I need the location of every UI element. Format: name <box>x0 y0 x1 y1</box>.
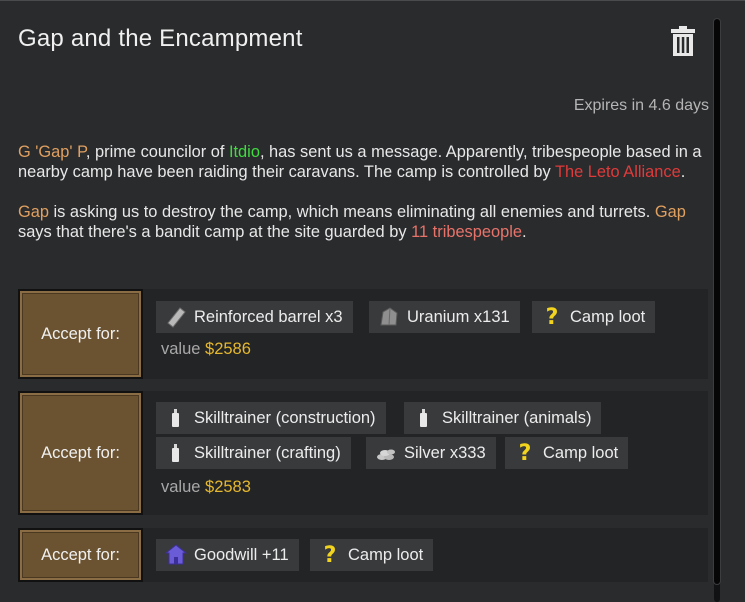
quest-panel: Gap and the Encampment Expires in 4.6 da… <box>0 0 745 602</box>
reward-option-1: Accept for: Reinforced barrel x3 Uranium… <box>18 289 708 379</box>
question-icon: ? <box>545 304 559 330</box>
reward-item[interactable]: Skilltrainer (animals) <box>404 402 602 434</box>
reward-item[interactable]: ? Camp loot <box>532 301 656 333</box>
reward-item[interactable]: Reinforced barrel x3 <box>156 301 353 333</box>
skilltrainer-icon <box>412 406 436 430</box>
value-amount: $2586 <box>205 340 251 358</box>
quest-description: G 'Gap' P, prime councilor of Itdio, has… <box>18 142 708 262</box>
reward-item[interactable]: ? Camp loot <box>505 437 629 469</box>
reward-item[interactable]: Skilltrainer (crafting) <box>156 437 351 469</box>
scrollbar-thumb[interactable] <box>714 19 720 584</box>
leader-name[interactable]: Gap <box>655 203 686 221</box>
description-paragraph-2: Gap is asking us to destroy the camp, wh… <box>18 203 686 241</box>
accept-button[interactable]: Accept for: <box>18 528 143 582</box>
leader-name[interactable]: G 'Gap' P <box>18 143 86 161</box>
question-icon: ? <box>323 542 337 568</box>
reward-option-2: Accept for: Skilltrainer (construction) … <box>18 391 708 515</box>
description-paragraph-1: G 'Gap' P, prime councilor of Itdio, has… <box>18 143 702 181</box>
reward-item[interactable]: Skilltrainer (construction) <box>156 402 386 434</box>
barrel-icon <box>164 305 188 329</box>
reward-value: value $2583 <box>161 478 251 496</box>
goodwill-icon <box>164 543 188 567</box>
uranium-icon <box>377 305 401 329</box>
faction-name[interactable]: Itdio <box>229 143 260 161</box>
silver-icon <box>374 441 398 465</box>
skilltrainer-icon <box>164 441 188 465</box>
reward-item[interactable]: Uranium x131 <box>369 301 520 333</box>
skilltrainer-icon <box>164 406 188 430</box>
value-amount: $2583 <box>205 478 251 496</box>
quest-title: Gap and the Encampment <box>18 25 303 52</box>
reward-value: value $2586 <box>161 340 251 358</box>
accept-button[interactable]: Accept for: <box>18 391 143 515</box>
reward-item[interactable]: Silver x333 <box>366 437 496 469</box>
accept-button[interactable]: Accept for: <box>18 289 143 379</box>
enemy-faction-name[interactable]: The Leto Alliance <box>555 163 681 181</box>
trash-icon[interactable] <box>670 25 696 57</box>
question-icon: ? <box>518 440 532 466</box>
expiry-text: Expires in 4.6 days <box>573 97 709 114</box>
reward-item[interactable]: ? Camp loot <box>310 539 434 571</box>
guard-count[interactable]: 11 tribespeople <box>411 223 522 241</box>
leader-name[interactable]: Gap <box>18 203 49 221</box>
reward-item[interactable]: Goodwill +11 <box>156 539 299 571</box>
reward-option-3: Accept for: Goodwill +11 ? Camp loot <box>18 528 708 582</box>
